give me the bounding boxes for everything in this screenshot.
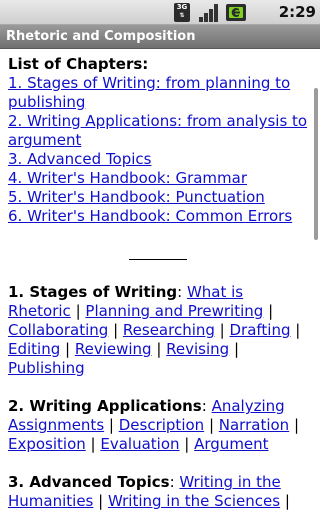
chapter-link-6[interactable]: 6. Writer's Handbook: Common Errors: [8, 207, 308, 226]
link-drafting[interactable]: Drafting: [230, 321, 291, 339]
link-evaluation[interactable]: Evaluation: [100, 435, 179, 453]
link-revising[interactable]: Revising: [166, 340, 229, 358]
link-writing-in-the-sciences[interactable]: Writing in the Sciences: [108, 492, 280, 510]
data-arrows-icon: ⇅: [179, 12, 185, 19]
battery-icon: [226, 4, 246, 21]
section-title: 3. Advanced Topics: [8, 473, 170, 491]
link-editing[interactable]: Editing: [8, 340, 60, 358]
chapter-link-1[interactable]: 1. Stages of Writing: from planning to p…: [8, 74, 308, 112]
section-advanced-topics: 3. Advanced Topics: Writing in the Human…: [8, 473, 290, 510]
network-type-label: 3G: [176, 3, 188, 11]
link-collaborating[interactable]: Collaborating: [8, 321, 108, 339]
app-title-bar: Rhetoric and Composition: [0, 25, 320, 49]
section-title: 2. Writing Applications: [8, 397, 202, 415]
link-exposition[interactable]: Exposition: [8, 435, 86, 453]
divider: [8, 245, 308, 264]
chapter-link-4[interactable]: 4. Writer's Handbook: Grammar: [8, 169, 308, 188]
link-planning-and-prewriting[interactable]: Planning and Prewriting: [85, 302, 263, 320]
main-content: List of Chapters: 1. Stages of Writing: …: [8, 55, 308, 511]
clock: 2:29 PM: [278, 3, 316, 40]
section-writing-applications: 2. Writing Applications: Analyzing Assig…: [8, 397, 300, 453]
app-title: Rhetoric and Composition: [6, 29, 196, 44]
link-description[interactable]: Description: [119, 416, 204, 434]
section-title: 1. Stages of Writing: [8, 283, 178, 301]
3g-icon: 3G ⇅: [174, 3, 190, 22]
chapter-link-5[interactable]: 5. Writer's Handbook: Punctuation: [8, 188, 308, 207]
link-reviewing[interactable]: Reviewing: [75, 340, 152, 358]
chapter-link-3[interactable]: 3. Advanced Topics: [8, 150, 308, 169]
link-narration[interactable]: Narration: [219, 416, 289, 434]
status-bar: 3G ⇅ 2:29 PM: [0, 0, 320, 40]
link-publishing[interactable]: Publishing: [8, 359, 85, 377]
scrollbar[interactable]: [314, 88, 318, 240]
chapter-list: 1. Stages of Writing: from planning to p…: [8, 74, 308, 226]
link-argument[interactable]: Argument: [194, 435, 268, 453]
link-researching[interactable]: Researching: [123, 321, 215, 339]
chapter-list-heading: List of Chapters:: [8, 55, 149, 73]
chapter-link-2[interactable]: 2. Writing Applications: from analysis t…: [8, 112, 308, 150]
signal-bars-icon: [199, 4, 218, 22]
section-stages-of-writing: 1. Stages of Writing: What is Rhetoric |…: [8, 283, 301, 377]
divider-line: [129, 245, 187, 260]
